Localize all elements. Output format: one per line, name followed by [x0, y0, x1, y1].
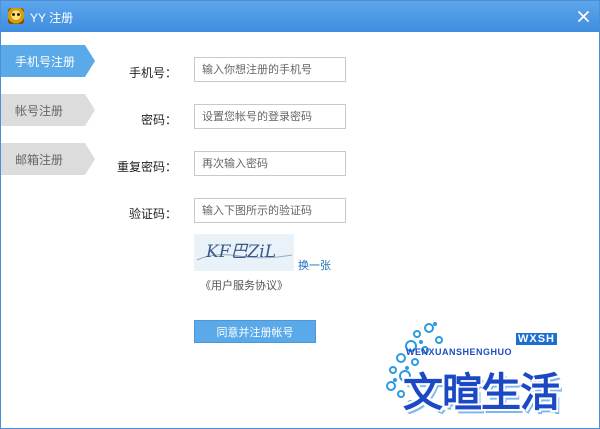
captcha-text: KF巴ZiL [205, 242, 276, 262]
yy-logo-icon [8, 8, 24, 24]
tab-label: 邮箱注册 [15, 152, 64, 167]
password-label: 密码： [140, 113, 177, 127]
tab-label: 帐号注册 [15, 103, 64, 118]
watermark-pinyin: WENXUANSHENGHUO [406, 347, 513, 357]
tab-account-register[interactable]: 帐号注册 [1, 94, 95, 126]
captcha-label: 验证码： [128, 207, 177, 221]
captcha-glyphs: KF巴ZiL [196, 242, 293, 262]
confirm-password-label: 重复密码： [116, 160, 177, 174]
captcha-image[interactable]: KF巴ZiL [194, 234, 294, 271]
tab-label: 手机号注册 [15, 54, 76, 69]
password-input[interactable] [194, 104, 346, 129]
registration-window: YY 注册 手机号注册 帐号注册 邮箱注册 手机号： 密码： 重复密码： 验证码… [0, 0, 600, 429]
phone-label: 手机号： [128, 66, 177, 80]
refresh-captcha-link[interactable]: 换一张 [298, 257, 331, 273]
captcha-input[interactable] [194, 198, 346, 223]
watermark-logo: WXSH WENXUANSHENGHUO 文暄生活 [381, 316, 591, 421]
phone-input[interactable] [194, 57, 346, 82]
user-agreement-link[interactable]: 《用户服务协议》 [200, 277, 288, 293]
title-bar: YY 注册 [1, 1, 599, 32]
agree-and-register-button[interactable]: 同意并注册帐号 [194, 320, 316, 343]
close-button[interactable] [573, 6, 593, 26]
tab-phone-register[interactable]: 手机号注册 [1, 45, 95, 77]
close-icon [577, 10, 589, 22]
confirm-password-input[interactable] [194, 151, 346, 176]
watermark-chinese: 文暄生活 [403, 370, 560, 416]
window-title: YY 注册 [30, 11, 74, 25]
tab-email-register[interactable]: 邮箱注册 [1, 143, 95, 175]
registration-type-tabs: 手机号注册 帐号注册 邮箱注册 [1, 45, 97, 192]
watermark-badge: WXSH [516, 333, 557, 345]
